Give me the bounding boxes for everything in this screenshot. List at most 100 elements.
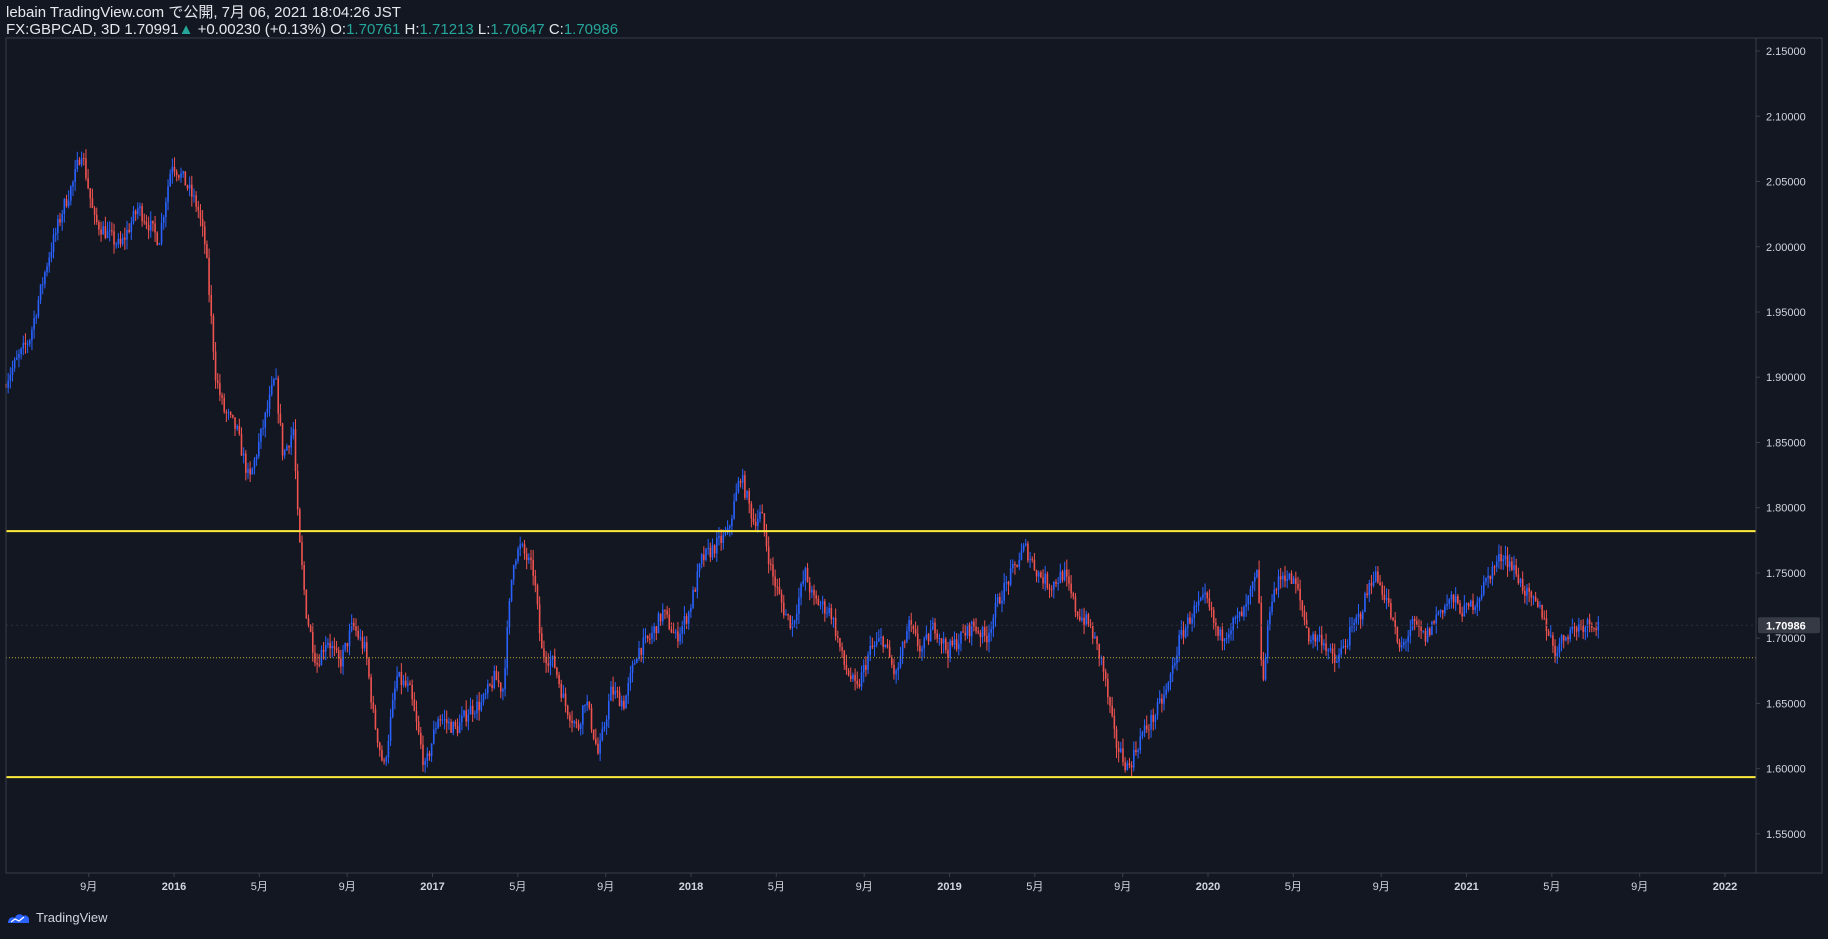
candle-body (1413, 618, 1416, 622)
candle-body (1478, 598, 1481, 603)
time-tick-label: 2021 (1454, 881, 1478, 893)
candle-body (102, 226, 105, 235)
candle-body (1050, 589, 1053, 591)
candle-body (577, 723, 580, 729)
candle-body (46, 266, 48, 273)
candle-body (1290, 573, 1293, 584)
candle-body (331, 646, 334, 649)
candle-body (175, 171, 178, 176)
candle-body (504, 668, 506, 690)
price-axis[interactable]: 2.15000 2.10000 2.05000 2.00000 1.95000 1.900… (1756, 46, 1820, 841)
tradingview-branding[interactable]: TradingView (6, 910, 108, 925)
candle-body (1033, 559, 1036, 571)
candle-body (1251, 581, 1254, 589)
candle-body (620, 700, 623, 707)
candle-body (1081, 617, 1083, 621)
candle-body (1148, 729, 1150, 731)
candle-body (264, 412, 267, 428)
candle-body (108, 230, 111, 232)
time-axis[interactable]: 9月 2016 5月 9月 2017 5月 9月 2018 5月 9月 2019 5月 9月 2020 5月… (80, 873, 1737, 893)
candle-body (597, 743, 599, 754)
candle-body (584, 705, 586, 707)
candle-body (1295, 578, 1297, 584)
candle-body (690, 607, 692, 612)
price-tick-label: 1.60000 (1766, 764, 1806, 776)
candle-body (199, 210, 202, 219)
candle-body (1513, 565, 1515, 570)
candle-body (1372, 581, 1375, 586)
candle-body (299, 509, 301, 543)
candle-body (1448, 599, 1451, 605)
candle-body (718, 536, 720, 538)
candle-body (945, 639, 947, 650)
candle-body (238, 425, 241, 434)
candle-body (1465, 603, 1468, 606)
candle-body (968, 624, 971, 637)
time-tick-label: 9月 (339, 881, 356, 893)
candle-body (59, 219, 61, 223)
candle-body (18, 354, 20, 358)
candle-body (1022, 545, 1025, 551)
candle-body (901, 641, 904, 656)
candle-body (1355, 617, 1358, 623)
candle-body (1011, 563, 1014, 569)
candle-body (543, 648, 545, 657)
candle-body (765, 531, 768, 547)
candle-body (253, 459, 256, 469)
candle-body (661, 609, 664, 622)
tradingview-label: TradingView (36, 910, 108, 925)
candle-body (1528, 587, 1530, 592)
candle-body (566, 705, 569, 716)
candle-body (353, 622, 355, 627)
candle-body (409, 683, 411, 685)
candle-body (1446, 604, 1448, 607)
candle-body (1422, 631, 1425, 633)
candle-body (165, 202, 167, 218)
candle-body (458, 722, 461, 734)
candle-body (1495, 561, 1498, 567)
candle-body (1143, 725, 1146, 733)
candle-body (1353, 622, 1355, 626)
price-tick-label: 1.55000 (1766, 829, 1806, 841)
price-tick-label: 1.95000 (1766, 307, 1806, 319)
candle-body (629, 672, 632, 684)
price-chart[interactable]: 2.15000 2.10000 2.05000 2.00000 1.95000 1.900… (0, 0, 1828, 939)
candle-body (251, 468, 254, 475)
candle-body (1506, 555, 1509, 568)
candle-body (519, 544, 521, 550)
candle-body (569, 715, 571, 721)
candle-body (1247, 596, 1250, 605)
candle-body (348, 630, 351, 647)
candle-body (370, 677, 372, 703)
candle-body (1262, 659, 1265, 680)
candle-body (234, 417, 236, 429)
candle-body (1035, 570, 1038, 577)
candle-body (929, 629, 932, 642)
candle-body (74, 169, 76, 182)
candle-body (867, 654, 869, 670)
candle-body (668, 614, 671, 630)
candle-body (530, 557, 532, 560)
candle-body (1236, 615, 1239, 619)
candle-body (1076, 611, 1079, 617)
candle-body (158, 243, 161, 245)
candle-body (130, 222, 133, 233)
candle-body (841, 647, 843, 651)
candle-body (1318, 634, 1321, 638)
candle-body (1457, 596, 1459, 604)
candle-body (126, 229, 128, 240)
candle-body (1331, 648, 1334, 654)
candle-body (1234, 618, 1237, 620)
candle-body (152, 220, 154, 224)
candle-body (1562, 635, 1565, 641)
candle-body (242, 453, 245, 456)
candle-body (1104, 671, 1107, 680)
candle-body (1078, 616, 1081, 621)
candle-body (162, 217, 165, 223)
candle-body (508, 600, 511, 628)
candle-body (67, 200, 70, 207)
candle-body (1178, 635, 1180, 656)
candle-body (1504, 555, 1507, 560)
candle-body (1521, 578, 1524, 591)
candle-body (957, 643, 960, 650)
